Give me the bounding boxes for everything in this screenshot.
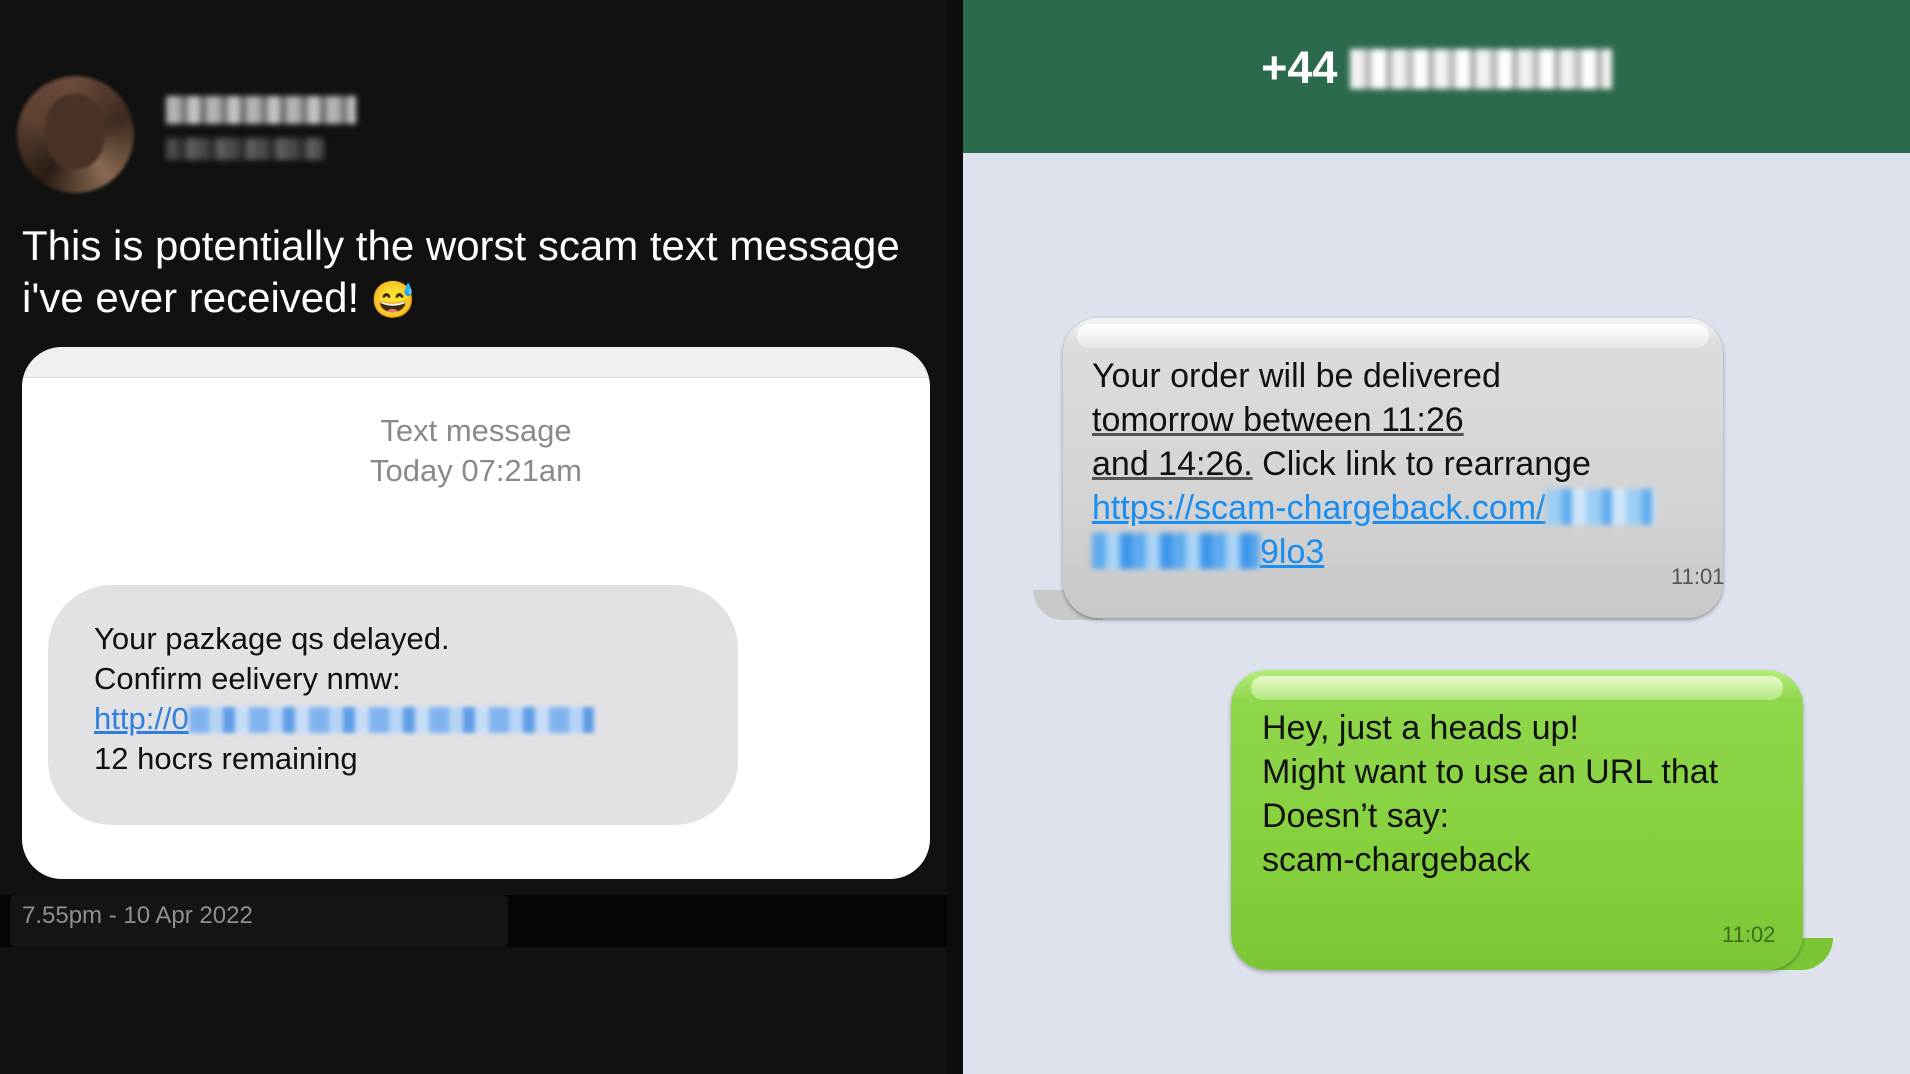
avatar[interactable] bbox=[17, 76, 134, 193]
screenshot-top-bar bbox=[22, 347, 930, 378]
blurred-link bbox=[1545, 489, 1656, 525]
outgoing-time: 11:02 bbox=[1722, 922, 1776, 947]
scam-link[interactable]: https://scam-chargeback.com/ bbox=[1092, 486, 1712, 530]
message-type-label: Text message bbox=[380, 413, 572, 448]
message-line: Your order will be delivered bbox=[1092, 357, 1501, 395]
scam-message-screenshot[interactable]: Text message Today 07:21am Your pazkage … bbox=[22, 347, 930, 879]
incoming-message-text: Your order will be delivered tomorrow be… bbox=[1092, 354, 1712, 574]
blurred-display-name bbox=[166, 96, 356, 124]
message-line: 12 hocrs remaining bbox=[94, 741, 358, 776]
blurred-link bbox=[1092, 533, 1260, 569]
conversation-header: +44 bbox=[963, 0, 1910, 153]
tweet-date[interactable]: 7.55pm - 10 Apr 2022 bbox=[10, 895, 508, 947]
message-line: scam-chargeback bbox=[1262, 841, 1531, 879]
message-line: Confirm eelivery nmw: bbox=[94, 661, 401, 696]
message-timestamp: Today 07:21am bbox=[370, 453, 582, 488]
panel-divider bbox=[947, 0, 963, 1074]
message-line: Might want to use an URL that bbox=[1262, 753, 1719, 791]
message-line: Your pazkage qs delayed. bbox=[94, 621, 450, 656]
scam-link-text[interactable]: 9lo3 bbox=[1260, 533, 1324, 571]
scam-link[interactable]: http://0 bbox=[94, 699, 714, 739]
blurred-handle bbox=[166, 138, 324, 160]
message-meta: Text message Today 07:21am bbox=[22, 411, 930, 491]
incoming-bubble-gloss bbox=[1077, 324, 1709, 348]
blurred-link bbox=[188, 707, 594, 733]
blurred-phone-number bbox=[1349, 49, 1612, 89]
scam-link-text[interactable]: https://scam-chargeback.com/ bbox=[1092, 489, 1546, 527]
message-line: Doesn’t say: bbox=[1262, 797, 1450, 835]
received-bubble-text: Your pazkage qs delayed. Confirm eeliver… bbox=[94, 619, 714, 779]
message-line: Hey, just a heads up! bbox=[1262, 709, 1579, 747]
scam-link-continued[interactable]: 9lo3 bbox=[1092, 530, 1712, 574]
sms-conversation-panel: +44 Your order will be delivered tomorro… bbox=[963, 0, 1910, 1074]
tweet-text: This is potentially the worst scam text … bbox=[22, 220, 942, 326]
tweet-body: This is potentially the worst scam text … bbox=[22, 222, 900, 321]
scam-link-text[interactable]: http://0 bbox=[94, 701, 189, 736]
incoming-time: 11:01 bbox=[1671, 564, 1725, 589]
sweat-smile-emoji-icon: 😅 bbox=[370, 279, 416, 320]
sender-number[interactable]: +44 bbox=[963, 40, 1910, 96]
tweet-panel: This is potentially the worst scam text … bbox=[0, 0, 963, 1074]
message-line: tomorrow between 11:26 bbox=[1092, 401, 1464, 439]
country-code: +44 bbox=[1261, 42, 1338, 93]
outgoing-bubble-gloss bbox=[1251, 676, 1783, 700]
outgoing-message-text: Hey, just a heads up! Might want to use … bbox=[1262, 706, 1802, 882]
message-line: and 14:26. Click link to rearrange bbox=[1092, 445, 1591, 483]
